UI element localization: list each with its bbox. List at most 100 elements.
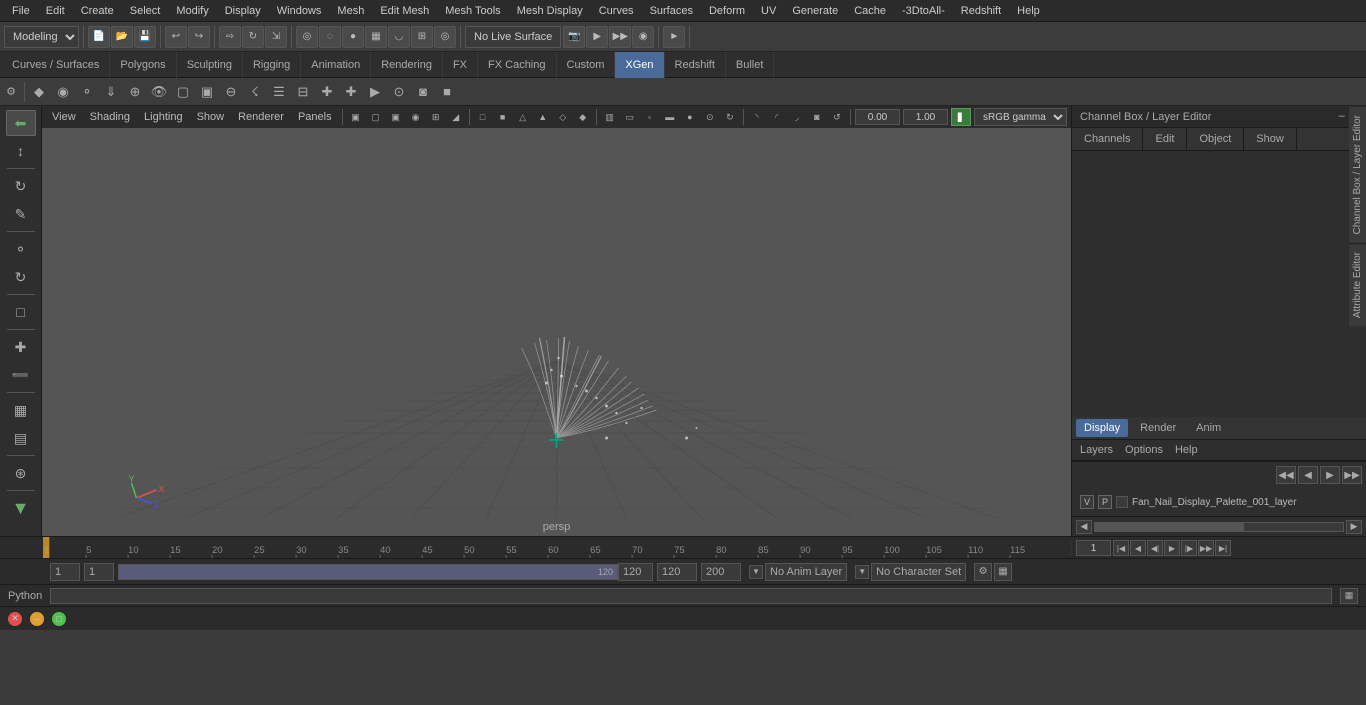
menu-create[interactable]: Create bbox=[73, 3, 122, 19]
menu-select[interactable]: Select bbox=[122, 3, 169, 19]
vp-menu-view[interactable]: View bbox=[46, 109, 82, 125]
menu-display[interactable]: Display bbox=[217, 3, 269, 19]
snap-grid[interactable]: ▦ bbox=[365, 26, 387, 48]
status-playback-range[interactable]: 200 bbox=[701, 563, 741, 581]
status-frame-end[interactable]: 120 bbox=[618, 563, 653, 581]
timeline-numbers-area[interactable]: 1 5 10 15 20 25 30 35 40 45 50 bbox=[42, 537, 1071, 556]
vp-light-2[interactable]: ◜ bbox=[768, 108, 786, 126]
snap-point[interactable]: ⊞ bbox=[411, 26, 433, 48]
tab-sculpting[interactable]: Sculpting bbox=[177, 52, 243, 78]
window-restore-btn[interactable]: □ bbox=[52, 612, 66, 626]
layer-prev-btn[interactable]: ◀ bbox=[1298, 466, 1318, 484]
tab-animation[interactable]: Animation bbox=[301, 52, 371, 78]
timeline-current-frame[interactable] bbox=[1076, 540, 1111, 556]
status-frame-start[interactable]: 1 bbox=[50, 563, 80, 581]
vp-display-1[interactable]: □ bbox=[474, 108, 492, 126]
rp-help-tab[interactable]: Help bbox=[1171, 442, 1202, 458]
playback-next-frame-btn[interactable]: |▶ bbox=[1181, 540, 1197, 556]
shelf-btn-6[interactable]: 👁 bbox=[147, 81, 171, 103]
vp-light-1[interactable]: ◝ bbox=[748, 108, 766, 126]
scrollbar-left-btn[interactable]: ◀ bbox=[1076, 520, 1092, 534]
menu-generate[interactable]: Generate bbox=[784, 3, 846, 19]
shelf-btn-17[interactable]: ◙ bbox=[411, 81, 435, 103]
live-surface-btn[interactable]: No Live Surface bbox=[465, 26, 561, 48]
scrollbar-thumb[interactable] bbox=[1095, 523, 1244, 531]
vp-display-2[interactable]: ■ bbox=[494, 108, 512, 126]
vp-render-1[interactable]: ▥ bbox=[601, 108, 619, 126]
menu-redshift[interactable]: Redshift bbox=[953, 3, 1009, 19]
rp-layers-tab[interactable]: Layers bbox=[1076, 442, 1117, 458]
shelf-gear-btn[interactable]: ⚙ bbox=[0, 81, 22, 103]
menu-3dtall[interactable]: -3DtoAll- bbox=[894, 3, 953, 19]
shelf-btn-16[interactable]: ⊙ bbox=[387, 81, 411, 103]
align-btn[interactable]: ▤ bbox=[6, 425, 36, 451]
shelf-btn-7[interactable]: ▢ bbox=[171, 81, 195, 103]
menu-uv[interactable]: UV bbox=[753, 3, 784, 19]
save-scene-btn[interactable]: 💾 bbox=[134, 26, 156, 48]
vp-light-5[interactable]: ↺ bbox=[828, 108, 846, 126]
window-close-btn[interactable]: ✕ bbox=[8, 612, 22, 626]
python-expand-btn[interactable]: ▦ bbox=[1340, 588, 1358, 604]
vp-cam-3[interactable]: ▣ bbox=[387, 108, 405, 126]
tab-xgen[interactable]: XGen bbox=[615, 52, 664, 78]
playback-prev-frame-btn[interactable]: ◀| bbox=[1147, 540, 1163, 556]
soft-select[interactable]: ● bbox=[342, 26, 364, 48]
layer-v-checkbox[interactable]: V bbox=[1080, 495, 1094, 509]
vp-display-5[interactable]: ◇ bbox=[554, 108, 572, 126]
snap-view[interactable]: ◎ bbox=[434, 26, 456, 48]
shelf-btn-9[interactable]: ⊖ bbox=[219, 81, 243, 103]
char-set-dropdown[interactable]: ▼ bbox=[855, 565, 869, 579]
layer-next-next-btn[interactable]: ▶▶ bbox=[1342, 466, 1362, 484]
scale-tool-btn[interactable]: ⇲ bbox=[265, 26, 287, 48]
vp-menu-lighting[interactable]: Lighting bbox=[138, 109, 189, 125]
shelf-btn-10[interactable]: ☇ bbox=[243, 81, 267, 103]
snap-curve[interactable]: ◡ bbox=[388, 26, 410, 48]
move-tool-btn-l[interactable]: ↕ bbox=[6, 138, 36, 164]
menu-deform[interactable]: Deform bbox=[701, 3, 753, 19]
vp-cam-5[interactable]: ⊞ bbox=[427, 108, 445, 126]
vp-menu-shading[interactable]: Shading bbox=[84, 109, 136, 125]
rotate-tool-btn[interactable]: ↻ bbox=[242, 26, 264, 48]
right-panel-scrollbar[interactable]: ◀ ▶ bbox=[1072, 516, 1366, 536]
new-scene-btn[interactable]: 📄 bbox=[88, 26, 110, 48]
vp-cam-4[interactable]: ◉ bbox=[407, 108, 425, 126]
shelf-btn-2[interactable]: ◉ bbox=[51, 81, 75, 103]
shelf-btn-5[interactable]: ⊕ bbox=[123, 81, 147, 103]
vp-cam-6[interactable]: ◢ bbox=[447, 108, 465, 126]
status-grid-btn[interactable]: ▦ bbox=[994, 563, 1012, 581]
menu-edit-mesh[interactable]: Edit Mesh bbox=[372, 3, 437, 19]
playback-prev-btn[interactable]: ◀ bbox=[1130, 540, 1146, 556]
display-btn[interactable]: ◉ bbox=[632, 26, 654, 48]
vp-render-6[interactable]: ⊙ bbox=[701, 108, 719, 126]
render-seq-btn[interactable]: ▶▶ bbox=[609, 26, 631, 48]
playback-next-btn[interactable]: ▶▶ bbox=[1198, 540, 1214, 556]
rp-options-tab[interactable]: Options bbox=[1121, 442, 1167, 458]
window-minimize-btn[interactable]: – bbox=[30, 612, 44, 626]
side-label-channel-box[interactable]: Channel Box / Layer Editor bbox=[1349, 106, 1366, 243]
menu-modify[interactable]: Modify bbox=[168, 3, 216, 19]
menu-surfaces[interactable]: Surfaces bbox=[642, 3, 701, 19]
menu-windows[interactable]: Windows bbox=[269, 3, 330, 19]
playback-start-btn[interactable]: |◀ bbox=[1113, 540, 1129, 556]
menu-mesh[interactable]: Mesh bbox=[329, 3, 372, 19]
layer-prev-prev-btn[interactable]: ◀◀ bbox=[1276, 466, 1296, 484]
vp-light-3[interactable]: ◞ bbox=[788, 108, 806, 126]
panel-minimize-btn[interactable]: – bbox=[1339, 110, 1345, 123]
vp-display-4[interactable]: ▲ bbox=[534, 108, 552, 126]
coord-y-field[interactable] bbox=[903, 109, 948, 125]
select-by-lasso[interactable]: ◎ bbox=[296, 26, 318, 48]
tab-rendering[interactable]: Rendering bbox=[371, 52, 443, 78]
vp-render-2[interactable]: ▭ bbox=[621, 108, 639, 126]
menu-cache[interactable]: Cache bbox=[846, 3, 894, 19]
shelf-btn-13[interactable]: ✚ bbox=[315, 81, 339, 103]
vp-cam-2[interactable]: ▢ bbox=[367, 108, 385, 126]
add-plus-btn[interactable]: ✚ bbox=[6, 334, 36, 360]
layer-p-checkbox[interactable]: P bbox=[1098, 495, 1112, 509]
menu-file[interactable]: File bbox=[4, 3, 38, 19]
tab-redshift[interactable]: Redshift bbox=[665, 52, 726, 78]
render-btn[interactable]: ▶ bbox=[586, 26, 608, 48]
tab-bullet[interactable]: Bullet bbox=[726, 52, 775, 78]
python-input[interactable] bbox=[50, 588, 1332, 604]
vp-display-3[interactable]: △ bbox=[514, 108, 532, 126]
rp-tab-object[interactable]: Object bbox=[1187, 128, 1244, 150]
